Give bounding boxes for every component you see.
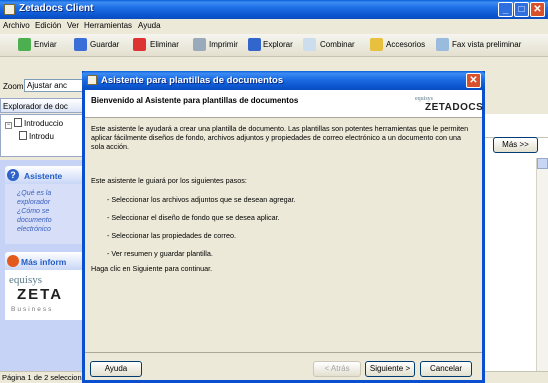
zoom-bar: Zoom Ajustar anc	[0, 77, 90, 95]
scroll-up-icon[interactable]	[537, 158, 548, 169]
vertical-scrollbar[interactable]	[536, 158, 548, 371]
steps-intro: Este asistente le guiará por los siguien…	[91, 176, 247, 185]
fax-preview-button[interactable]: Fax vista preliminar	[452, 40, 521, 49]
fax-icon	[436, 38, 449, 51]
accessories-icon	[370, 38, 383, 51]
print-icon	[193, 38, 206, 51]
intro-text: Este asistente le ayudará a crear una pl…	[91, 124, 469, 151]
status-text: Página 1 de 2 seleccionada	[2, 373, 95, 382]
back-button[interactable]: < Atrás	[313, 361, 361, 377]
equisys-logo: equisys	[9, 274, 42, 286]
tree-node-label: Introduccio	[24, 119, 64, 128]
help-link[interactable]: ¿Qué es la	[17, 190, 85, 198]
zetadocs-logo: ZETADOCS	[425, 102, 484, 113]
help-icon: ?	[7, 169, 19, 181]
continue-text: Haga clic en Siguiente para continuar.	[91, 264, 213, 273]
document-icon	[19, 131, 27, 140]
help-link[interactable]: ¿Cómo se	[17, 208, 85, 216]
maximize-button[interactable]: □	[514, 2, 529, 17]
business-tagline: Business	[11, 306, 54, 313]
tree-node[interactable]: − Introduccio	[5, 118, 63, 129]
asistente-links: ¿Qué es la explorador ¿Cómo se documento…	[5, 184, 87, 244]
combinar-button[interactable]: Combinar	[320, 40, 355, 49]
delete-icon	[133, 38, 146, 51]
step-item: - Seleccionar las propiedades de correo.	[107, 231, 237, 240]
mas-info-title: Más inform	[21, 257, 67, 267]
guardar-button[interactable]: Guardar	[90, 40, 119, 49]
button-separator	[85, 352, 482, 353]
zeta-logo-panel: equisys ZETA Business	[5, 270, 87, 320]
mas-info-header[interactable]: Más inform	[5, 252, 87, 270]
accesorios-button[interactable]: Accesorios	[386, 40, 425, 49]
explorer-header: Explorador de doc	[0, 98, 90, 113]
step-item: - Seleccionar los archivos adjuntos que …	[107, 195, 296, 204]
close-button[interactable]: ✕	[530, 2, 545, 17]
help-link[interactable]: electrónico	[17, 226, 85, 234]
explore-icon	[248, 38, 261, 51]
tree-node[interactable]: Introdu	[19, 131, 54, 141]
help-link[interactable]: documento	[17, 217, 85, 225]
step-item: - Seleccionar el diseño de fondo que se …	[107, 213, 280, 222]
menu-herramientas[interactable]: Herramientas	[84, 21, 132, 30]
dialog-header: Bienvenido al Asistente para plantillas …	[85, 90, 484, 118]
main-window-title: Zetadocs Client	[19, 3, 94, 14]
menu-ver[interactable]: Ver	[67, 21, 79, 30]
document-tree: − Introduccio Introdu	[0, 114, 90, 157]
dialog-body: Este asistente le ayudará a crear una pl…	[85, 118, 482, 353]
zeta-logo: ZETA	[17, 286, 64, 303]
combine-icon	[303, 38, 316, 51]
dialog-icon	[87, 75, 97, 85]
enviar-button[interactable]: Enviar	[34, 40, 57, 49]
dialog-title-bar: Asistente para plantillas de documentos …	[82, 71, 485, 90]
help-button[interactable]: Ayuda	[90, 361, 142, 377]
asistente-title: Asistente	[24, 171, 63, 181]
toolbar: Enviar Guardar Eliminar Imprimir Explora…	[0, 34, 548, 57]
menu-edicion[interactable]: Edición	[35, 21, 61, 30]
menu-archivo[interactable]: Archivo	[3, 21, 30, 30]
save-icon	[74, 38, 87, 51]
help-link[interactable]: explorador	[17, 199, 85, 207]
app-icon	[4, 4, 15, 15]
document-icon	[14, 118, 22, 127]
step-item: - Ver resumen y guardar plantilla.	[107, 249, 213, 258]
zoom-label: Zoom	[3, 82, 24, 91]
eliminar-button[interactable]: Eliminar	[150, 40, 179, 49]
main-title-bar: Zetadocs Client _ □ ✕	[0, 0, 548, 19]
cancel-button[interactable]: Cancelar	[420, 361, 472, 377]
next-button[interactable]: Siguiente >	[365, 361, 415, 377]
explorar-button[interactable]: Explorar	[263, 40, 293, 49]
menu-ayuda[interactable]: Ayuda	[138, 21, 161, 30]
zoom-select[interactable]: Ajustar anc	[24, 79, 84, 92]
dialog-close-button[interactable]: ✕	[466, 73, 481, 88]
mas-button[interactable]: Más >>	[493, 137, 538, 153]
dialog-heading: Bienvenido al Asistente para plantillas …	[91, 96, 299, 105]
asistente-header[interactable]: ? Asistente	[5, 166, 87, 184]
menu-bar: Archivo Edición Ver Herramientas Ayuda	[0, 19, 548, 34]
dialog-title: Asistente para plantillas de documentos	[101, 75, 284, 86]
minimize-button[interactable]: _	[498, 2, 513, 17]
collapse-icon[interactable]: −	[5, 122, 12, 129]
imprimir-button[interactable]: Imprimir	[209, 40, 238, 49]
tree-node-label: Introdu	[29, 132, 54, 141]
info-icon	[7, 255, 19, 267]
task-panel: ? Asistente ¿Qué es la explorador ¿Cómo …	[0, 160, 90, 371]
send-icon	[18, 38, 31, 51]
